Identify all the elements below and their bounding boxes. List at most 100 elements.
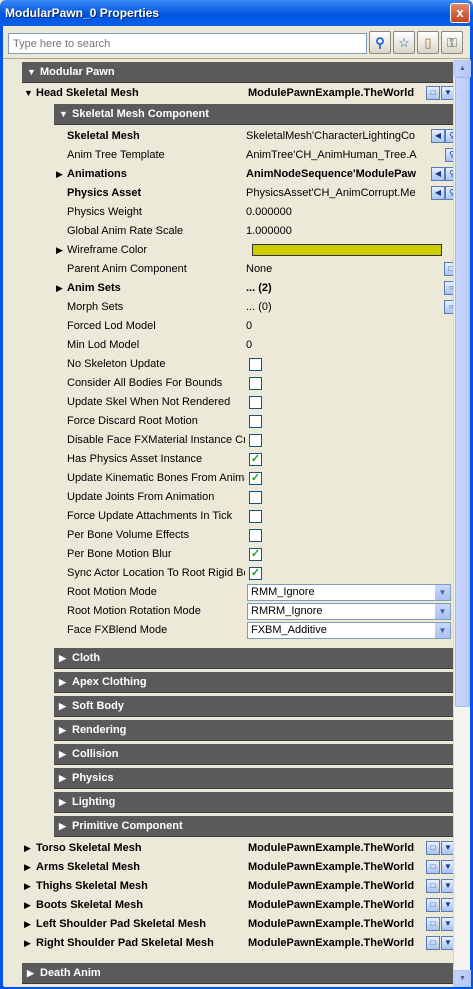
checkbox[interactable] bbox=[249, 510, 262, 523]
prop-face-fxblend-mode: Face FXBlend Mode FXBM_Additive ▼ bbox=[54, 621, 453, 640]
checkbox[interactable]: ✓ bbox=[249, 453, 262, 466]
use-selected-icon[interactable]: ◀ bbox=[431, 167, 445, 181]
window-title: ModularPawn_0 Properties bbox=[5, 6, 160, 20]
category-apex-clothing[interactable]: ▶ Apex Clothing bbox=[54, 672, 453, 693]
prop-head-skeletal-mesh[interactable]: ▼ Head Skeletal Mesh ModulePawnExample.T… bbox=[22, 84, 453, 103]
browse-icon[interactable]: ⚲ bbox=[445, 148, 453, 162]
prop-forced-lod-model[interactable]: Forced Lod Model 0 ▲▼ bbox=[54, 317, 453, 336]
dropdown-icon[interactable]: ▼ bbox=[441, 86, 453, 100]
checkbox[interactable] bbox=[249, 396, 262, 409]
clear-icon[interactable]: □ bbox=[426, 860, 440, 874]
dropdown-select[interactable]: FXBM_Additive ▼ bbox=[247, 622, 451, 639]
prop-anim-sets[interactable]: ▶ Anim Sets ... (2) ○ + bbox=[54, 279, 453, 298]
copy-icon: ▯ bbox=[424, 35, 432, 50]
favorite-button[interactable]: ☆ bbox=[393, 31, 415, 54]
chevron-right-icon: ▶ bbox=[59, 701, 66, 711]
search-input[interactable] bbox=[9, 34, 366, 53]
copy-button[interactable]: ▯ bbox=[417, 31, 439, 54]
lock-button[interactable]: ⚿ bbox=[441, 31, 463, 54]
browse-icon[interactable]: ⚲ bbox=[445, 167, 453, 181]
use-selected-icon[interactable]: ◀ bbox=[431, 129, 445, 143]
prop-value: ... (0) bbox=[246, 301, 272, 313]
prop-morph-sets[interactable]: Morph Sets ... (0) ○ + bbox=[54, 298, 453, 317]
category-collision[interactable]: ▶ Collision bbox=[54, 744, 453, 765]
category-label: Rendering bbox=[72, 724, 127, 736]
prop-physics-asset[interactable]: Physics Asset PhysicsAsset'CH_AnimCorrup… bbox=[54, 184, 453, 203]
dropdown-icon[interactable]: ▼ bbox=[441, 879, 453, 893]
category-skeletal-mesh-component[interactable]: ▼ Skeletal Mesh Component bbox=[54, 104, 453, 125]
prop-label: Force Discard Root Motion bbox=[67, 415, 198, 427]
checkbox[interactable] bbox=[249, 529, 262, 542]
prop-right-shoulder-pad-skeletal-mesh[interactable]: ▶ Right Shoulder Pad Skeletal Mesh Modul… bbox=[22, 934, 453, 953]
category-primitive-component[interactable]: ▶ Primitive Component bbox=[54, 816, 453, 837]
checkbox[interactable] bbox=[249, 415, 262, 428]
checkbox[interactable] bbox=[249, 491, 262, 504]
prop-parent-anim-component[interactable]: Parent Anim Component None □ ▼ bbox=[54, 260, 453, 279]
browse-icon[interactable]: ⚲ bbox=[445, 186, 453, 200]
category-death-anim[interactable]: ▶ Death Anim bbox=[22, 963, 453, 984]
chevron-down-icon[interactable]: ▼ bbox=[435, 604, 450, 619]
prop-root-motion-rotation-mode: Root Motion Rotation Mode RMRM_Ignore ▼ bbox=[54, 602, 453, 621]
checkbox[interactable]: ✓ bbox=[249, 472, 262, 485]
clear-icon[interactable]: □ bbox=[426, 936, 440, 950]
checkbox[interactable] bbox=[249, 358, 262, 371]
chevron-right-icon: ▶ bbox=[24, 938, 31, 948]
prop-left-shoulder-pad-skeletal-mesh[interactable]: ▶ Left Shoulder Pad Skeletal Mesh Module… bbox=[22, 915, 453, 934]
use-selected-icon[interactable]: ◀ bbox=[431, 186, 445, 200]
clear-icon[interactable]: □ bbox=[426, 879, 440, 893]
category-modular-pawn[interactable]: ▼ Modular Pawn bbox=[22, 62, 453, 83]
dropdown-icon[interactable]: ▼ bbox=[441, 860, 453, 874]
checkbox[interactable]: ✓ bbox=[249, 548, 262, 561]
category-cloth[interactable]: ▶ Cloth bbox=[54, 648, 453, 669]
category-rendering[interactable]: ▶ Rendering bbox=[54, 720, 453, 741]
scroll-down-button[interactable]: ▼ bbox=[454, 970, 471, 987]
prop-physics-weight[interactable]: Physics Weight 0.000000 ▲▼ bbox=[54, 203, 453, 222]
chevron-down-icon[interactable]: ▼ bbox=[435, 585, 450, 600]
prop-arms-skeletal-mesh[interactable]: ▶ Arms Skeletal Mesh ModulePawnExample.T… bbox=[22, 858, 453, 877]
prop-anim-tree-template[interactable]: Anim Tree Template AnimTree'CH_AnimHuman… bbox=[54, 146, 453, 165]
category-lighting[interactable]: ▶ Lighting bbox=[54, 792, 453, 813]
scroll-up-button[interactable]: ▲ bbox=[454, 60, 471, 77]
empty-array-icon[interactable]: ○ bbox=[444, 281, 453, 295]
clear-icon[interactable]: □ bbox=[426, 917, 440, 931]
search-button[interactable]: ⚲ bbox=[369, 31, 391, 54]
dropdown-select[interactable]: RMRM_Ignore ▼ bbox=[247, 603, 451, 620]
vertical-scrollbar[interactable]: ▲ ▼ bbox=[453, 60, 471, 987]
prop-animations[interactable]: ▶ Animations AnimNodeSequence'ModulePaw … bbox=[54, 165, 453, 184]
browse-icon[interactable]: ⚲ bbox=[445, 129, 453, 143]
clear-icon[interactable]: □ bbox=[426, 898, 440, 912]
clear-icon[interactable]: □ bbox=[444, 262, 453, 276]
dropdown-icon[interactable]: ▼ bbox=[441, 841, 453, 855]
dropdown-icon[interactable]: ▼ bbox=[441, 936, 453, 950]
empty-array-icon[interactable]: ○ bbox=[444, 300, 453, 314]
category-physics[interactable]: ▶ Physics bbox=[54, 768, 453, 789]
checkbox[interactable]: ✓ bbox=[249, 567, 262, 580]
category-label: Collision bbox=[72, 748, 119, 760]
prop-torso-skeletal-mesh[interactable]: ▶ Torso Skeletal Mesh ModulePawnExample.… bbox=[22, 839, 453, 858]
checkbox[interactable] bbox=[249, 434, 262, 447]
scroll-thumb[interactable] bbox=[455, 77, 470, 707]
dropdown-icon[interactable]: ▼ bbox=[441, 917, 453, 931]
prop-global-anim-rate-scale[interactable]: Global Anim Rate Scale 1.000000 ▲▼ bbox=[54, 222, 453, 241]
prop-boots-skeletal-mesh[interactable]: ▶ Boots Skeletal Mesh ModulePawnExample.… bbox=[22, 896, 453, 915]
search-box[interactable] bbox=[8, 33, 367, 54]
prop-thighs-skeletal-mesh[interactable]: ▶ Thighs Skeletal Mesh ModulePawnExample… bbox=[22, 877, 453, 896]
checkbox[interactable] bbox=[249, 377, 262, 390]
toolbar-separator bbox=[3, 58, 470, 59]
prop-label: Arms Skeletal Mesh bbox=[36, 861, 140, 873]
color-swatch[interactable] bbox=[252, 244, 442, 256]
dropdown-select[interactable]: RMM_Ignore ▼ bbox=[247, 584, 451, 601]
close-button[interactable]: x bbox=[450, 3, 470, 23]
select-value: FXBM_Additive bbox=[251, 624, 327, 636]
star-icon: ☆ bbox=[398, 35, 410, 50]
prop-label: Torso Skeletal Mesh bbox=[36, 842, 142, 854]
prop-wireframe-color[interactable]: ▶ Wireframe Color bbox=[54, 241, 453, 260]
category-soft-body[interactable]: ▶ Soft Body bbox=[54, 696, 453, 717]
prop-label: Has Physics Asset Instance bbox=[67, 453, 203, 465]
prop-min-lod-model[interactable]: Min Lod Model 0 ▲▼ bbox=[54, 336, 453, 355]
clear-icon[interactable]: □ bbox=[426, 841, 440, 855]
prop-skeletal-mesh[interactable]: Skeletal Mesh SkeletalMesh'CharacterLigh… bbox=[54, 127, 453, 146]
clear-icon[interactable]: □ bbox=[426, 86, 440, 100]
dropdown-icon[interactable]: ▼ bbox=[441, 898, 453, 912]
chevron-down-icon[interactable]: ▼ bbox=[435, 623, 450, 638]
